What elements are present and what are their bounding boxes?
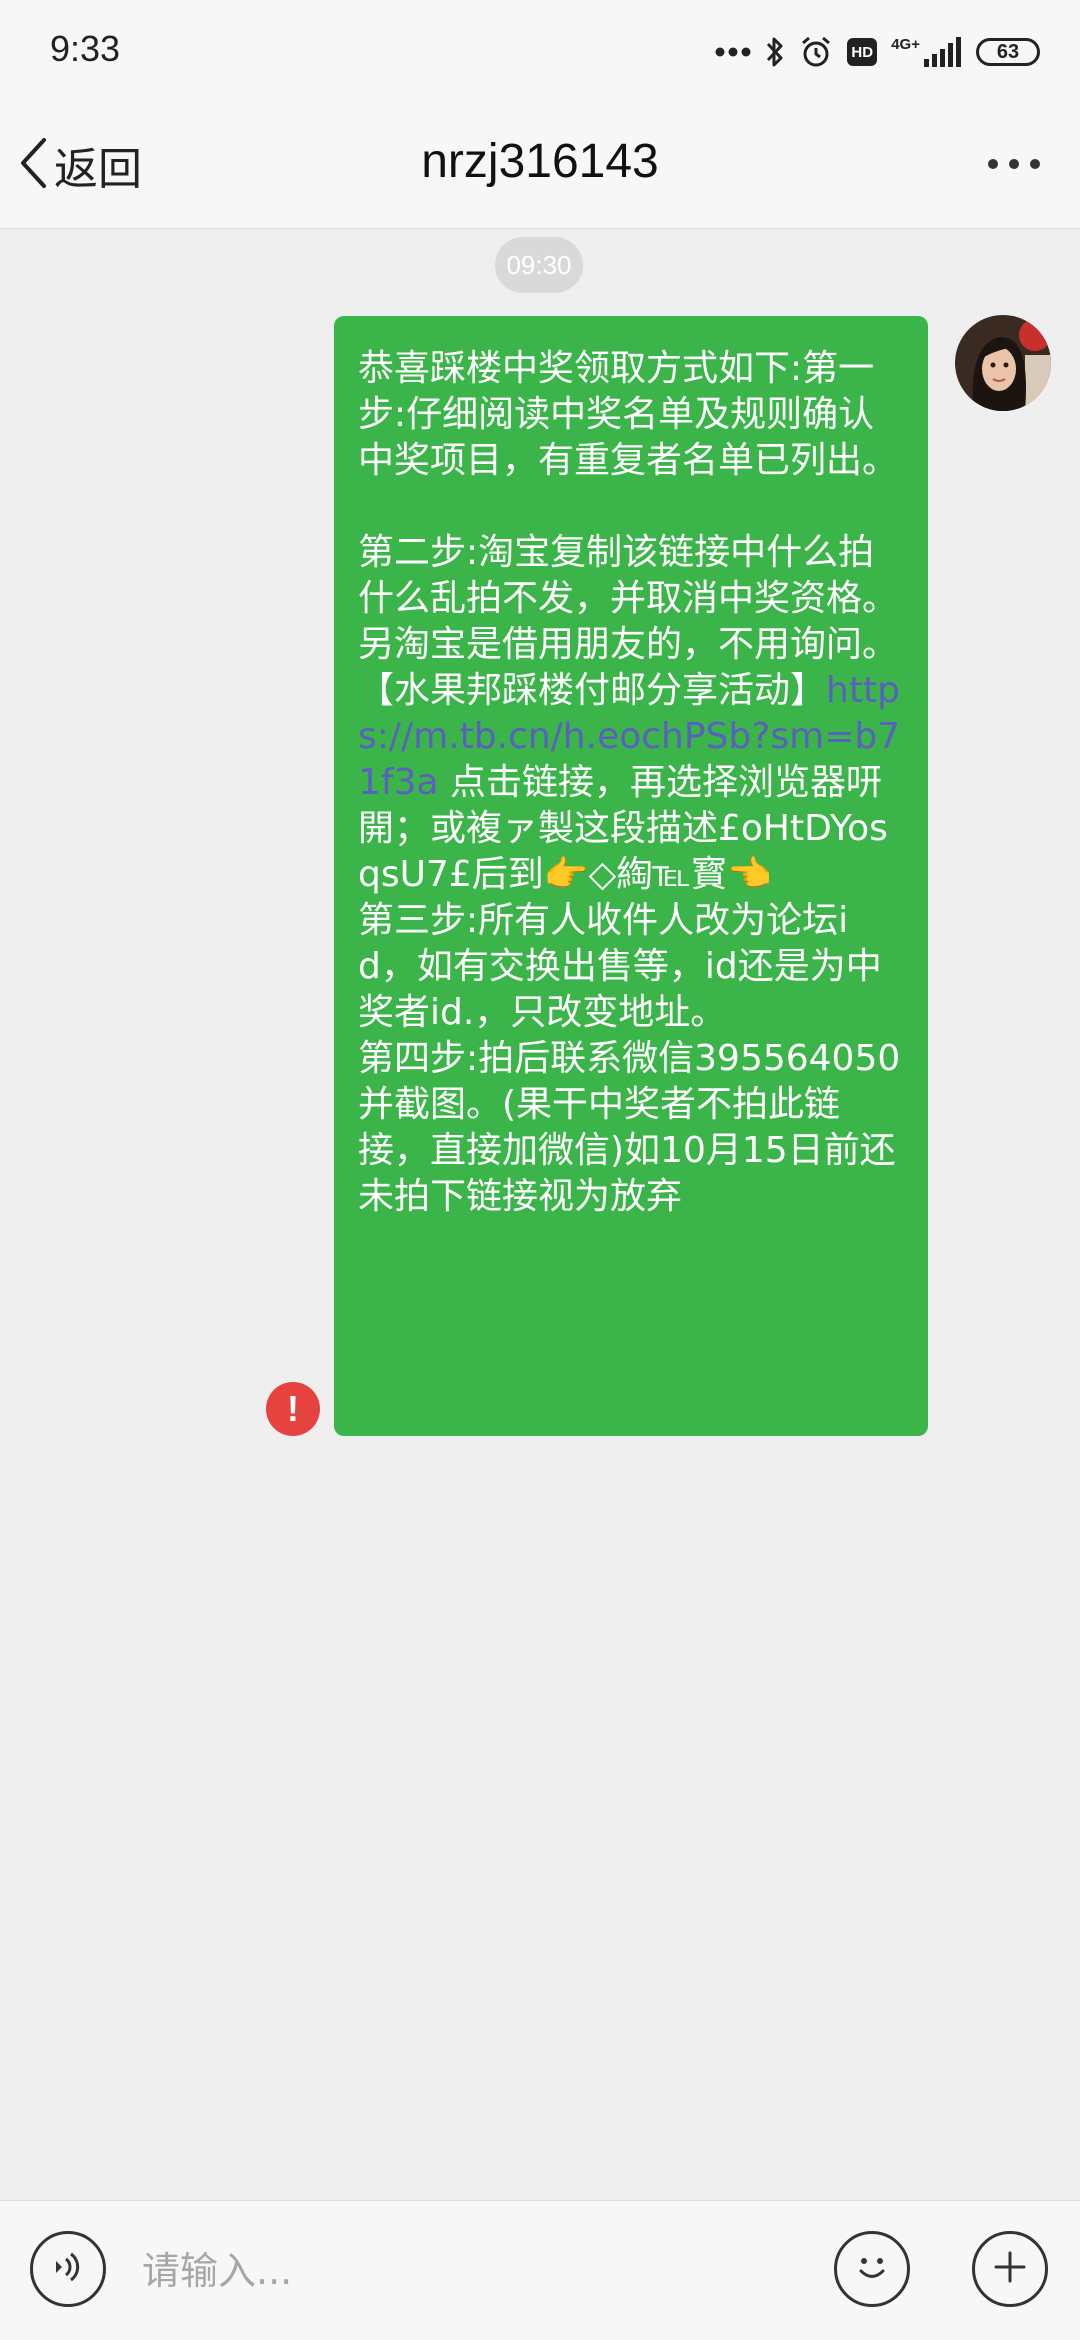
input-bar [0,2200,1080,2340]
chat-screen: 9:33 HD 4G+ 63 返回 nrzj316143 09:30 ! 恭喜踩… [0,0,1080,2340]
voice-input-button[interactable] [30,2231,106,2307]
add-attachment-button[interactable] [972,2231,1048,2307]
plus-icon [992,2249,1028,2289]
hd-icon: HD [847,38,878,66]
bluetooth-icon [765,35,785,69]
send-failed-mark: ! [287,1388,299,1429]
message-text-part1: 恭喜踩楼中奖领取方式如下:第一步:仔细阅读中奖名单及规则确认中奖项目，有重复者名… [358,348,899,711]
message-input[interactable] [140,2235,804,2307]
emoji-button[interactable] [834,2231,910,2307]
more-options-button[interactable] [984,144,1044,184]
network-type-label: 4G+ [891,36,920,53]
status-icons: HD 4G+ 63 [715,30,1040,74]
battery-level: 63 [996,40,1020,63]
signal-icon: 4G+ [891,37,962,67]
status-bar: 9:33 HD 4G+ 63 [0,0,1080,100]
status-time: 9:33 [50,28,121,69]
alarm-icon [799,35,833,69]
more-options-icon [984,159,1044,188]
hd-label: HD [851,43,874,61]
voice-icon [48,2247,88,2291]
chat-title: nrzj316143 [421,135,659,188]
more-notifications-icon [715,47,751,57]
chat-header: 返回 nrzj316143 [0,100,1080,229]
message-text-part2: 点击链接，再选择浏览器咞開；或複ァ製这段描述£oHtDYosqsU7£后到👉◇綯… [358,762,901,1217]
outgoing-message-bubble[interactable]: 恭喜踩楼中奖领取方式如下:第一步:仔细阅读中奖名单及规则确认中奖项目，有重复者名… [334,316,928,1436]
battery-icon: 63 [976,38,1040,66]
emoji-icon [849,2244,895,2294]
avatar[interactable] [955,315,1051,411]
message-timestamp: 09:30 [495,237,583,293]
send-failed-icon[interactable]: ! [266,1382,320,1436]
